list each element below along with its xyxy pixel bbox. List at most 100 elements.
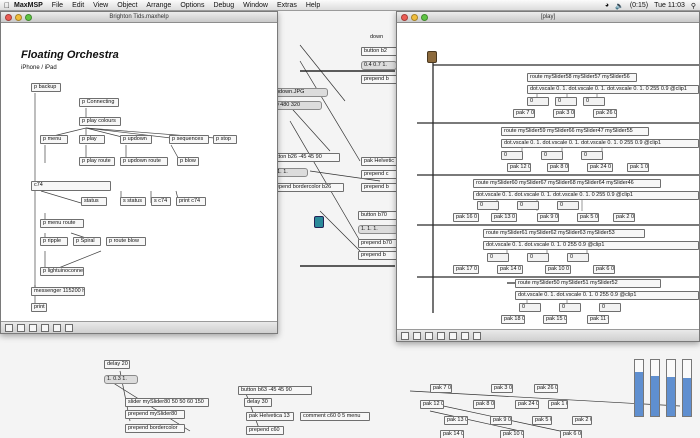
object-p-stop[interactable]: p stop (213, 135, 237, 144)
pak-r1-3[interactable]: pak 24 0 (587, 163, 613, 172)
help-window-titlebar[interactable]: Brighton Tids.maxhelp (1, 12, 277, 23)
console-icon[interactable] (65, 323, 73, 332)
object-button-b2[interactable]: button b2 (361, 47, 397, 56)
pak-r0-1[interactable]: pak 7 0 (513, 109, 535, 118)
object-p-updown[interactable]: p updown (120, 135, 152, 144)
object-p-menu[interactable]: p menu (40, 135, 68, 144)
menu-object[interactable]: Object (117, 2, 137, 9)
number-box[interactable]: 0 (555, 97, 577, 106)
object-prepend-bordercolor-2[interactable]: prepend bordercolor (125, 424, 185, 433)
presentation-icon[interactable] (449, 331, 457, 340)
pak-r3-3[interactable]: pak 10 0 (545, 265, 571, 274)
route-row-3[interactable]: route mySlider61 mySlider62 mySlider63 m… (483, 229, 645, 238)
object-p-play-route[interactable]: p play route (79, 157, 115, 166)
lower-pak-r3-2[interactable]: pak 9 0 (490, 416, 512, 425)
object-prepend-b-2[interactable]: prepend b (361, 183, 397, 192)
lower-pak-r2-3[interactable]: pak 24 0 (515, 400, 539, 409)
number-box[interactable]: 0 (477, 201, 499, 210)
clock[interactable]: Tue 11:03 (654, 2, 685, 9)
pak-r2-5[interactable]: pak 2 0 (613, 213, 635, 222)
object-prepend-b[interactable]: prepend b (361, 75, 397, 84)
route-row-2[interactable]: route mySlider60 mySlider67 mySlider68 m… (473, 179, 661, 188)
new-object-icon[interactable] (17, 323, 25, 332)
number-box[interactable]: 0 (567, 253, 589, 262)
object-prepend-b-3[interactable]: prepend b (358, 251, 398, 260)
object-c74[interactable]: c74 (31, 181, 111, 191)
route-row-4[interactable]: route mySlider50 mySlider51 mySlider52 (515, 279, 661, 288)
number-box[interactable]: 0 (501, 151, 523, 160)
object-p-connecting[interactable]: p Connecting (79, 98, 119, 107)
pak-r4-3[interactable]: pak 11 0 (587, 315, 609, 324)
scale-row-1[interactable]: dot.vscale 0. 1. dot.vscale 0. 1. dot.vs… (501, 139, 699, 148)
lower-pak-r4-1[interactable]: pak 14 0 (440, 430, 464, 438)
zoom-button[interactable] (421, 14, 428, 21)
inspector-icon[interactable] (41, 323, 49, 332)
number-box[interactable]: 0 (527, 253, 549, 262)
grid-icon[interactable] (425, 331, 433, 340)
lower-pak-r4-3[interactable]: pak 6 0 (560, 430, 582, 438)
object-p-ripple[interactable]: p ripple (40, 237, 68, 246)
object-button-b63[interactable]: button b63 -45 45 90 (238, 386, 312, 395)
message-color-2[interactable]: 1. 0.3 1. (104, 375, 138, 384)
lower-pak-r2-2[interactable]: pak 8 0 (473, 400, 495, 409)
number-box[interactable]: 0 (487, 253, 509, 262)
number-box[interactable]: 0 (583, 97, 605, 106)
menu-options[interactable]: Options (180, 2, 204, 9)
message-white-2[interactable]: 1. 1. 1. (358, 225, 398, 234)
object-p-menu-route[interactable]: p menu route (40, 219, 84, 228)
object-prepend-mySlider80[interactable]: prepend mySlider80 (125, 410, 185, 419)
pak-r4-2[interactable]: pak 15 0 (543, 315, 567, 324)
apple-icon[interactable]:  (0, 1, 14, 10)
pak-r1-2[interactable]: pak 8 0 (547, 163, 569, 172)
object-p-updown-route[interactable]: p updown route (120, 157, 168, 166)
pak-r3-1[interactable]: pak 17 0 (453, 265, 479, 274)
object-button-b26[interactable]: button b26 -45 45 90 (268, 153, 340, 162)
route-row-0[interactable]: route mySlider58 mySlider57 mySlider56 (527, 73, 637, 82)
lower-pak-r2-4[interactable]: pak 1 0 (548, 400, 568, 409)
lower-pak-r3-3[interactable]: pak 5 0 (532, 416, 552, 425)
menu-window[interactable]: Window (243, 2, 268, 9)
menu-debug[interactable]: Debug (213, 2, 234, 9)
vertical-slider[interactable] (650, 359, 660, 417)
lower-pak-r1-1[interactable]: pak 7 0 (430, 384, 452, 393)
close-button[interactable] (401, 14, 408, 21)
pak-r3-4[interactable]: pak 6 0 (593, 265, 615, 274)
number-box[interactable]: 0 (559, 303, 581, 312)
inlet-icon[interactable] (427, 51, 437, 63)
object-p-lightuinoconnect[interactable]: p lightuinoconnect (40, 267, 84, 276)
menu-extras[interactable]: Extras (277, 2, 297, 9)
number-box[interactable]: 0 (519, 303, 541, 312)
battery-indicator[interactable]: (0:15) (630, 2, 648, 9)
scale-row-2[interactable]: dot.vscale 0. 1. dot.vscale 0. 1. dot.vs… (473, 191, 699, 200)
number-box[interactable]: 0 (557, 201, 579, 210)
menu-arrange[interactable]: Arrange (146, 2, 171, 9)
object-p-spiral[interactable]: p Spiral (73, 237, 101, 246)
object-delay-20[interactable]: delay 20 (104, 360, 130, 369)
object-p-play-colours[interactable]: p play colours (79, 117, 121, 126)
message-color[interactable]: 0.4 0.7 1. (361, 61, 397, 70)
pak-r2-3[interactable]: pak 9 0 (537, 213, 559, 222)
menu-help[interactable]: Help (306, 2, 320, 9)
object-prepend-bordercolor[interactable]: prepend bordercolor b26 (268, 183, 344, 192)
number-box[interactable]: 0 (541, 151, 563, 160)
vertical-slider[interactable] (634, 359, 644, 417)
scale-row-4[interactable]: dot.vscale 0. 1. dot.vscale 0. 1. 0 255 … (515, 291, 699, 300)
pak-r0-3[interactable]: pak 26 0 (593, 109, 617, 118)
pak-r2-2[interactable]: pak 13 0 (491, 213, 517, 222)
presentation-icon[interactable] (53, 323, 61, 332)
object-pak-helvetica[interactable]: pak Helvetic (361, 157, 397, 166)
object-status[interactable]: status (81, 197, 107, 206)
object-p-play[interactable]: p play (79, 135, 105, 144)
number-box[interactable]: 0 (517, 201, 539, 210)
number-box[interactable]: 0 (581, 151, 603, 160)
wifi-icon[interactable]: ◕ (605, 2, 609, 9)
play-window-titlebar[interactable]: [play] (397, 12, 699, 23)
minimize-button[interactable] (411, 14, 418, 21)
app-menu[interactable]: MaxMSP (14, 2, 43, 9)
object-pak-helvetica-13[interactable]: pak Helvetica 13 (246, 412, 294, 421)
number-box[interactable]: 0 (527, 97, 549, 106)
pak-r2-1[interactable]: pak 16 0 (453, 213, 479, 222)
object-p-sequences[interactable]: p sequences (169, 135, 209, 144)
object-s-status[interactable]: s status (120, 197, 146, 206)
lower-pak-r3-1[interactable]: pak 13 0 (444, 416, 468, 425)
